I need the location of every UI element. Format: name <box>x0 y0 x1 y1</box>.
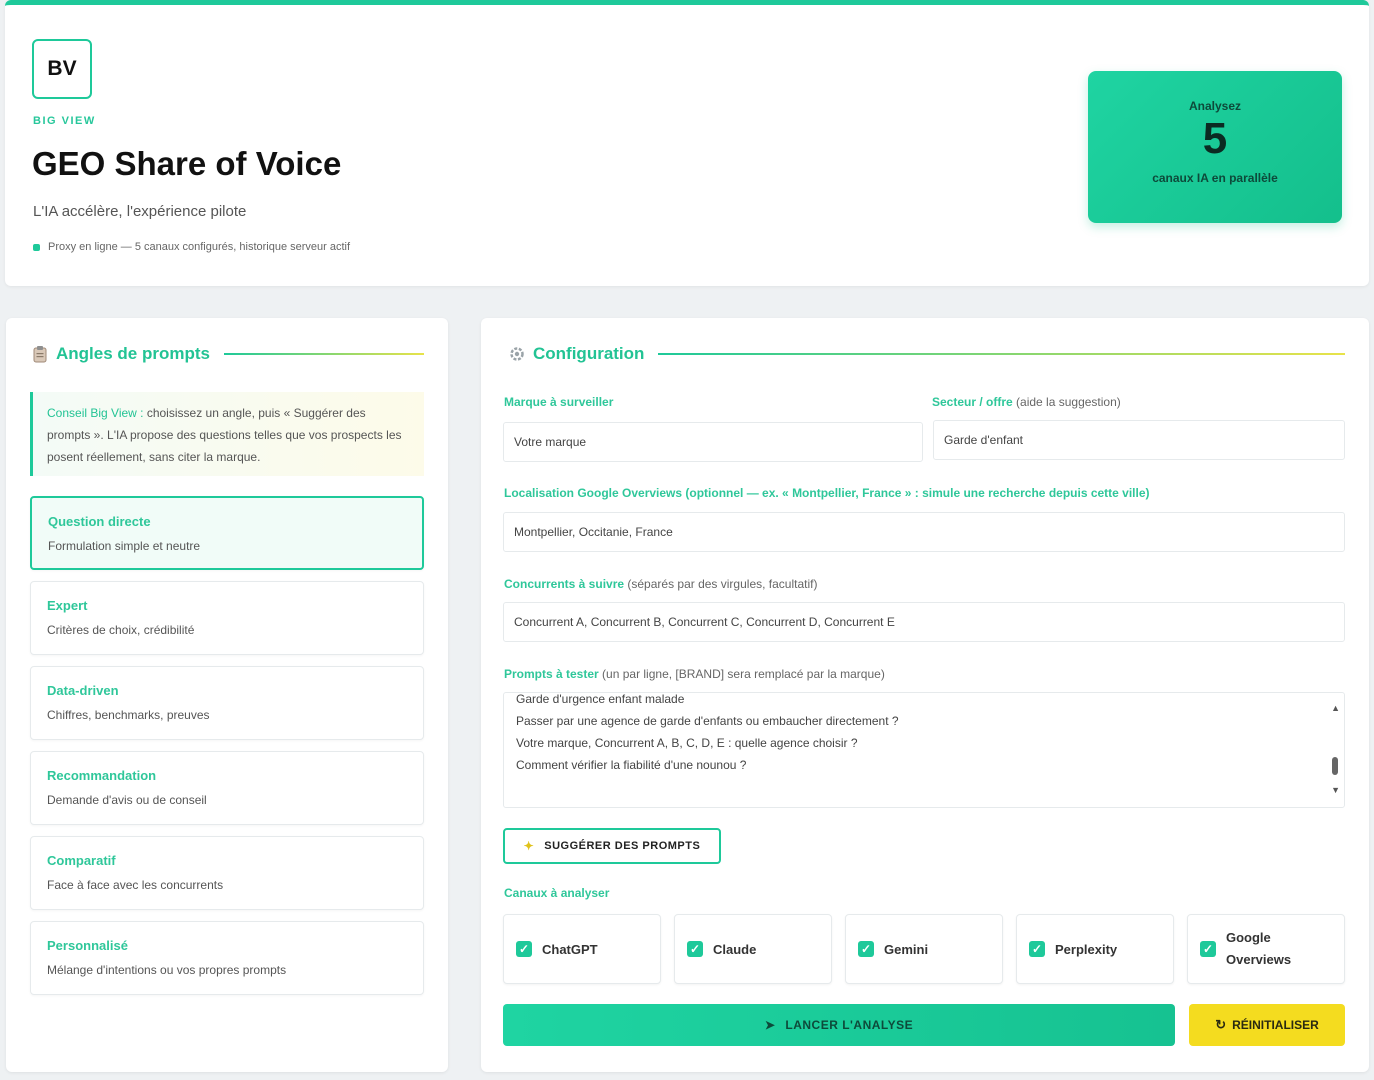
sector-label-text: Secteur / offre <box>932 395 1013 409</box>
angle-comparatif[interactable]: Comparatif Face à face avec les concurre… <box>30 836 424 910</box>
checkbox-checked-icon[interactable]: ✓ <box>1200 941 1216 957</box>
scroll-up-arrow-icon[interactable]: ▲ <box>1331 697 1340 719</box>
prompts-label-hint: (un par ligne, [BRAND] sera remplacé par… <box>598 667 885 681</box>
angle-recommandation[interactable]: Recommandation Demande d'avis ou de cons… <box>30 751 424 825</box>
brand-name: BIG VIEW <box>33 115 96 127</box>
suggest-prompts-button[interactable]: ✦ SUGGÉRER DES PROMPTS <box>503 828 721 864</box>
checkbox-checked-icon[interactable]: ✓ <box>516 941 532 957</box>
header-divider <box>223 353 424 355</box>
checkbox-checked-icon[interactable]: ✓ <box>1029 941 1045 957</box>
rocket-icon: ➤ <box>764 1018 776 1032</box>
prompts-label-text: Prompts à tester <box>504 667 599 681</box>
refresh-icon: ↻ <box>1215 1017 1227 1032</box>
channel-label: Perplexity <box>1055 941 1118 957</box>
stat-sublabel: canaux IA en parallèle <box>1152 171 1278 185</box>
angle-data-driven[interactable]: Data-driven Chiffres, benchmarks, preuve… <box>30 666 424 740</box>
stat-label: Analysez <box>1188 99 1242 113</box>
competitors-label-text: Concurrents à suivre <box>504 577 625 591</box>
angle-expert[interactable]: Expert Critères de choix, crédibilité <box>30 581 424 655</box>
sector-input[interactable]: Garde d'enfant <box>933 420 1345 460</box>
prompt-angles-panel: Angles de prompts Conseil Big View : cho… <box>6 318 448 1072</box>
status-dot-icon <box>33 243 40 251</box>
angle-personnalise[interactable]: Personnalisé Mélange d'intentions ou vos… <box>30 921 424 995</box>
reset-button-label: RÉINITIALISER <box>1232 1018 1319 1032</box>
config-panel-header: Configuration <box>509 344 1345 364</box>
location-input[interactable]: Montpellier, Occitanie, France <box>503 512 1345 552</box>
page-subtitle: L'IA accélère, l'expérience pilote <box>33 203 247 220</box>
stat-value: 5 <box>1202 114 1228 163</box>
brand-logo: BV <box>32 39 92 99</box>
clipboard-icon <box>33 346 47 363</box>
advice-label: Conseil Big View : <box>47 406 144 420</box>
channel-perplexity[interactable]: ✓ Perplexity <box>1016 914 1174 984</box>
location-field-label: Localisation Google Overviews (optionnel… <box>504 486 1150 500</box>
angle-desc: Mélange d'intentions ou vos propres prom… <box>47 963 287 977</box>
checkbox-checked-icon[interactable]: ✓ <box>858 941 874 957</box>
channel-chatgpt[interactable]: ✓ ChatGPT <box>503 914 661 984</box>
prompt-line: Garde d'urgence enfant malade <box>516 692 685 706</box>
suggest-button-label: SUGGÉRER DES PROMPTS <box>544 840 701 852</box>
sparkle-icon: ✦ <box>523 839 535 853</box>
header-divider <box>658 353 1345 355</box>
competitors-input[interactable]: Concurrent A, Concurrent B, Concurrent C… <box>503 602 1345 642</box>
channel-gemini[interactable]: ✓ Gemini <box>845 914 1003 984</box>
angles-panel-header: Angles de prompts <box>32 344 424 364</box>
scroll-down-arrow-icon[interactable]: ▼ <box>1331 779 1340 801</box>
sector-label-hint: (aide la suggestion) <box>1012 395 1121 409</box>
angle-desc: Critères de choix, crédibilité <box>47 623 195 637</box>
brand-input[interactable]: Votre marque <box>503 422 923 462</box>
angle-desc: Formulation simple et neutre <box>48 539 201 553</box>
status-text: Proxy en ligne — 5 canaux configurés, hi… <box>48 241 351 253</box>
channels-stat-card: Analysez 5 canaux IA en parallèle <box>1088 71 1342 223</box>
angle-name: Expert <box>47 598 88 613</box>
channel-label: ChatGPT <box>542 941 598 957</box>
channel-label: Gemini <box>884 941 929 957</box>
status-line: Proxy en ligne — 5 canaux configurés, hi… <box>33 241 350 253</box>
angle-desc: Chiffres, benchmarks, preuves <box>47 708 210 722</box>
prompt-line: Comment vérifier la fiabilité d'une noun… <box>516 758 747 772</box>
channel-claude[interactable]: ✓ Claude <box>674 914 832 984</box>
reset-button[interactable]: ↻ RÉINITIALISER <box>1189 1004 1345 1046</box>
sector-field-label: Secteur / offre (aide la suggestion) <box>932 395 1121 409</box>
prompt-line: Passer par une agence de garde d'enfants… <box>516 714 899 728</box>
app-header: BV BIG VIEW GEO Share of Voice L'IA accé… <box>5 0 1369 286</box>
angle-name: Question directe <box>48 514 151 529</box>
channels-label: Canaux à analyser <box>504 886 610 900</box>
angle-desc: Face à face avec les concurrents <box>47 878 224 892</box>
angle-name: Data-driven <box>47 683 119 698</box>
advice-box: Conseil Big View : choisissez un angle, … <box>30 392 424 476</box>
competitors-field-label: Concurrents à suivre (séparés par des vi… <box>504 577 817 591</box>
angle-name: Personnalisé <box>47 938 128 953</box>
prompts-field-label: Prompts à tester (un par ligne, [BRAND] … <box>504 667 885 681</box>
scrollbar-thumb[interactable] <box>1332 757 1338 775</box>
angles-panel-title: Angles de prompts <box>56 344 210 363</box>
angle-name: Recommandation <box>47 768 157 783</box>
channel-label: Claude <box>713 941 757 957</box>
channel-label: Google Overviews <box>1226 930 1292 967</box>
configuration-panel: Configuration Marque à surveiller Votre … <box>481 318 1369 1072</box>
channel-google-overviews[interactable]: ✓ Google Overviews <box>1187 914 1345 984</box>
gear-icon <box>510 347 524 361</box>
brand-field-label: Marque à surveiller <box>504 395 614 409</box>
launch-analysis-button[interactable]: ➤ LANCER L'ANALYSE <box>503 1004 1175 1046</box>
angle-desc: Demande d'avis ou de conseil <box>47 793 207 807</box>
angle-question-directe[interactable]: Question directe Formulation simple et n… <box>30 496 424 570</box>
page-title: GEO Share of Voice <box>32 145 342 182</box>
angle-name: Comparatif <box>47 853 116 868</box>
config-panel-title: Configuration <box>533 344 645 363</box>
prompts-textarea[interactable]: Garde d'urgence enfant malade Passer par… <box>503 692 1345 808</box>
competitors-label-hint: (séparés par des virgules, facultatif) <box>624 577 818 591</box>
launch-button-label: LANCER L'ANALYSE <box>785 1018 914 1032</box>
prompt-line: Votre marque, Concurrent A, B, C, D, E :… <box>516 736 858 750</box>
checkbox-checked-icon[interactable]: ✓ <box>687 941 703 957</box>
